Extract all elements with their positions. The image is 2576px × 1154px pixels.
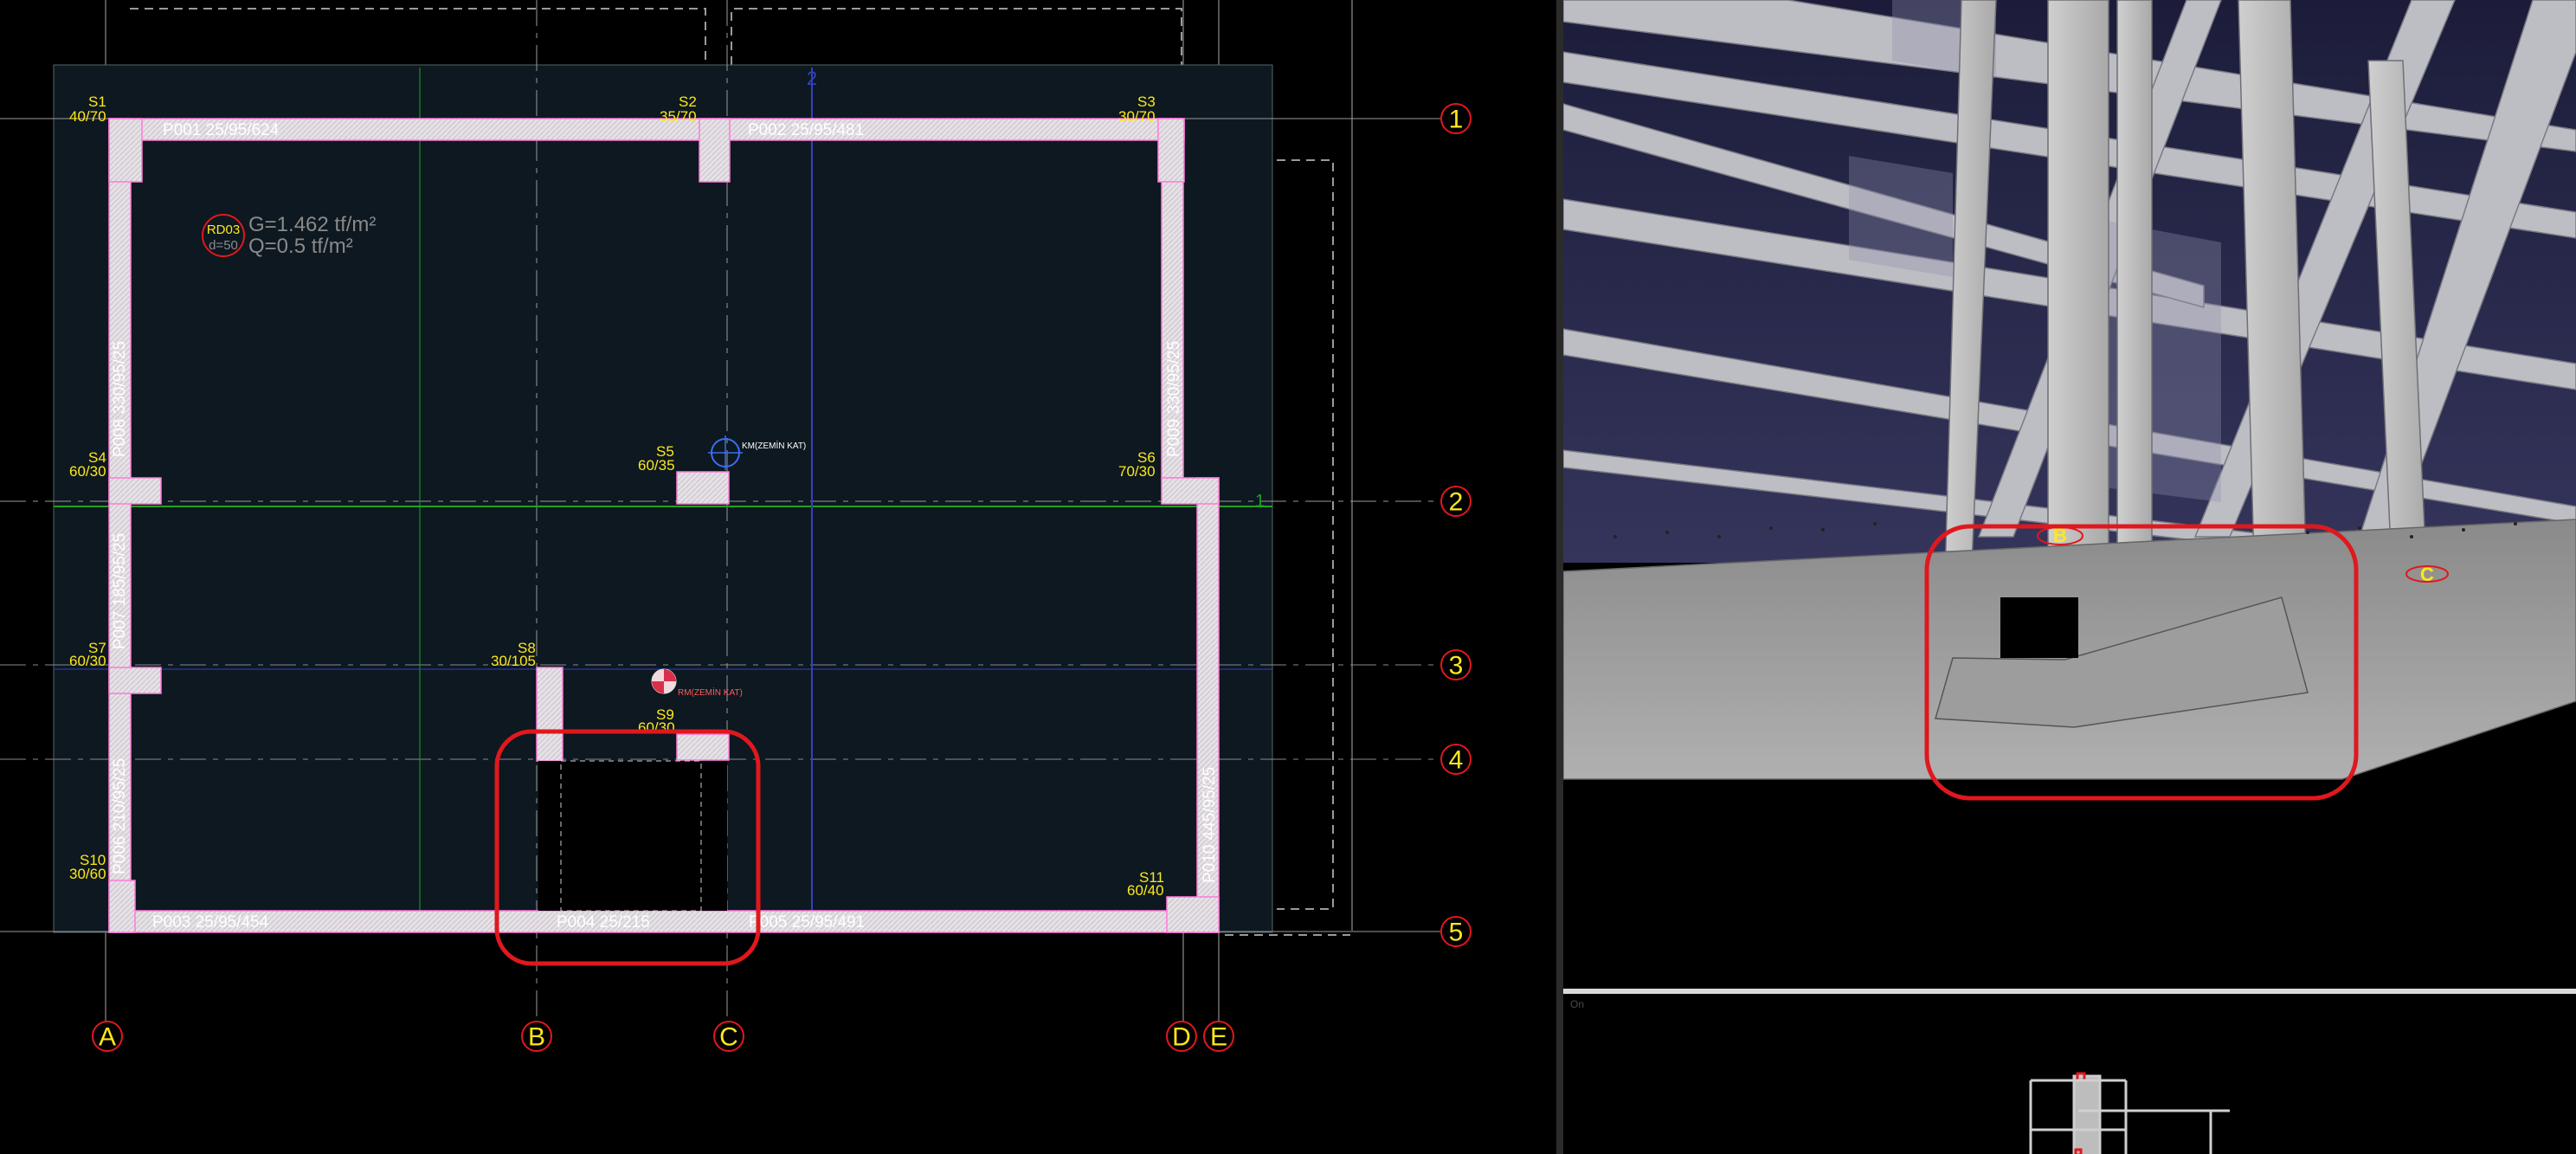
rm-marker-label: RM(ZEMİN KAT) xyxy=(678,687,743,698)
svg-text:C: C xyxy=(2420,564,2434,585)
axis-bubble-1: 1 xyxy=(1440,103,1472,134)
column-size: 30/105 xyxy=(491,653,536,669)
svg-text:4: 4 xyxy=(1449,746,1464,775)
axis-bubble-b: B xyxy=(521,1021,552,1052)
beam-label: P005 25/95/491 xyxy=(749,913,865,932)
slab-name: RD03 xyxy=(207,222,240,237)
pane-divider[interactable] xyxy=(1556,0,1563,1154)
top-axis-label: 2 xyxy=(807,68,817,89)
svg-text:A: A xyxy=(99,1023,116,1052)
plan-canvas[interactable]: 2 1 P001 25/95/624 P002 25/95/481 P003 2… xyxy=(0,0,1556,1154)
3d-canvas[interactable]: B C xyxy=(1563,0,2576,989)
km-marker-label: KM(ZEMİN KAT) xyxy=(742,440,806,451)
3d-view[interactable]: B C xyxy=(1563,0,2576,989)
beam-label: P002 25/95/481 xyxy=(748,121,864,139)
beam-label: P006 210/95/25 xyxy=(111,758,129,874)
column-s11 xyxy=(1166,896,1220,933)
axis-bubble-2: 2 xyxy=(1440,486,1472,517)
beam-label: P001 25/95/624 xyxy=(163,121,280,139)
column-s9 xyxy=(676,733,730,761)
beam-label: P010 445/95/25 xyxy=(1201,767,1219,883)
beam-label: P008 330/95/25 xyxy=(111,341,129,457)
minimap-view[interactable]: On xyxy=(1563,994,2576,1154)
beam-label: P007 185/95/25 xyxy=(111,533,129,649)
column-size: 60/30 xyxy=(69,653,106,669)
col-axis-bubbles[interactable]: A B C D E xyxy=(92,1021,1234,1052)
svg-text:2: 2 xyxy=(1449,488,1464,517)
axis-bubble-d: D xyxy=(1166,1021,1197,1052)
column-size: 60/30 xyxy=(69,463,106,480)
beam-label: P004 25/215 xyxy=(557,913,650,932)
plan-view[interactable]: 2 1 P001 25/95/624 P002 25/95/481 P003 2… xyxy=(0,0,1556,1154)
column-s1 xyxy=(108,118,143,183)
beam-label: P009 330/95/25 xyxy=(1165,341,1183,457)
column-size: 60/35 xyxy=(638,457,675,474)
svg-text:3: 3 xyxy=(1449,652,1464,680)
column-s4 xyxy=(108,477,162,505)
axis-bubble-a: A xyxy=(92,1021,123,1052)
column-s5 xyxy=(676,471,730,505)
column-size: 70/30 xyxy=(1118,463,1156,480)
slab-dead-load: G=1.462 tf/m² xyxy=(248,213,376,236)
beam-p003-p004-p005 xyxy=(108,910,1220,933)
column-size: 30/70 xyxy=(1118,108,1156,125)
column-s7 xyxy=(108,667,162,694)
column-size: 40/70 xyxy=(69,108,106,125)
svg-text:D: D xyxy=(1172,1023,1191,1052)
column-s10 xyxy=(108,880,136,933)
svg-text:C: C xyxy=(719,1023,738,1052)
minimap-canvas[interactable]: On xyxy=(1563,994,2576,1154)
column-s8 xyxy=(536,667,564,762)
svg-text:1: 1 xyxy=(1449,106,1464,134)
axis-bubble-4: 4 xyxy=(1440,744,1472,775)
slab-live-load: Q=0.5 tf/m² xyxy=(248,235,353,258)
3d-void xyxy=(2000,597,2078,658)
slab-thickness: d=50 xyxy=(209,238,238,253)
svg-text:B: B xyxy=(528,1023,545,1052)
column-size: 30/60 xyxy=(69,866,106,882)
column-size: 60/40 xyxy=(1127,882,1164,899)
column-s2 xyxy=(699,118,731,183)
grid-right-label: 1 xyxy=(1255,492,1265,511)
slab-opening[interactable] xyxy=(538,761,727,911)
column-s6 xyxy=(1161,477,1220,505)
column-size: 35/70 xyxy=(660,108,697,125)
row-axis-bubbles[interactable]: 1 2 3 4 5 xyxy=(1440,103,1472,947)
minimap-label: On xyxy=(1570,998,1584,1010)
column-s3 xyxy=(1157,118,1185,183)
axis-bubble-e: E xyxy=(1203,1021,1234,1052)
axis-bubble-c: C xyxy=(713,1021,744,1052)
minimap-structure xyxy=(2029,1072,2230,1154)
axis-bubble-3: 3 xyxy=(1440,649,1472,680)
svg-text:5: 5 xyxy=(1449,919,1464,947)
axis-bubble-5: 5 xyxy=(1440,916,1472,947)
svg-text:E: E xyxy=(1210,1023,1227,1052)
beam-label: P003 25/95/454 xyxy=(152,913,269,932)
